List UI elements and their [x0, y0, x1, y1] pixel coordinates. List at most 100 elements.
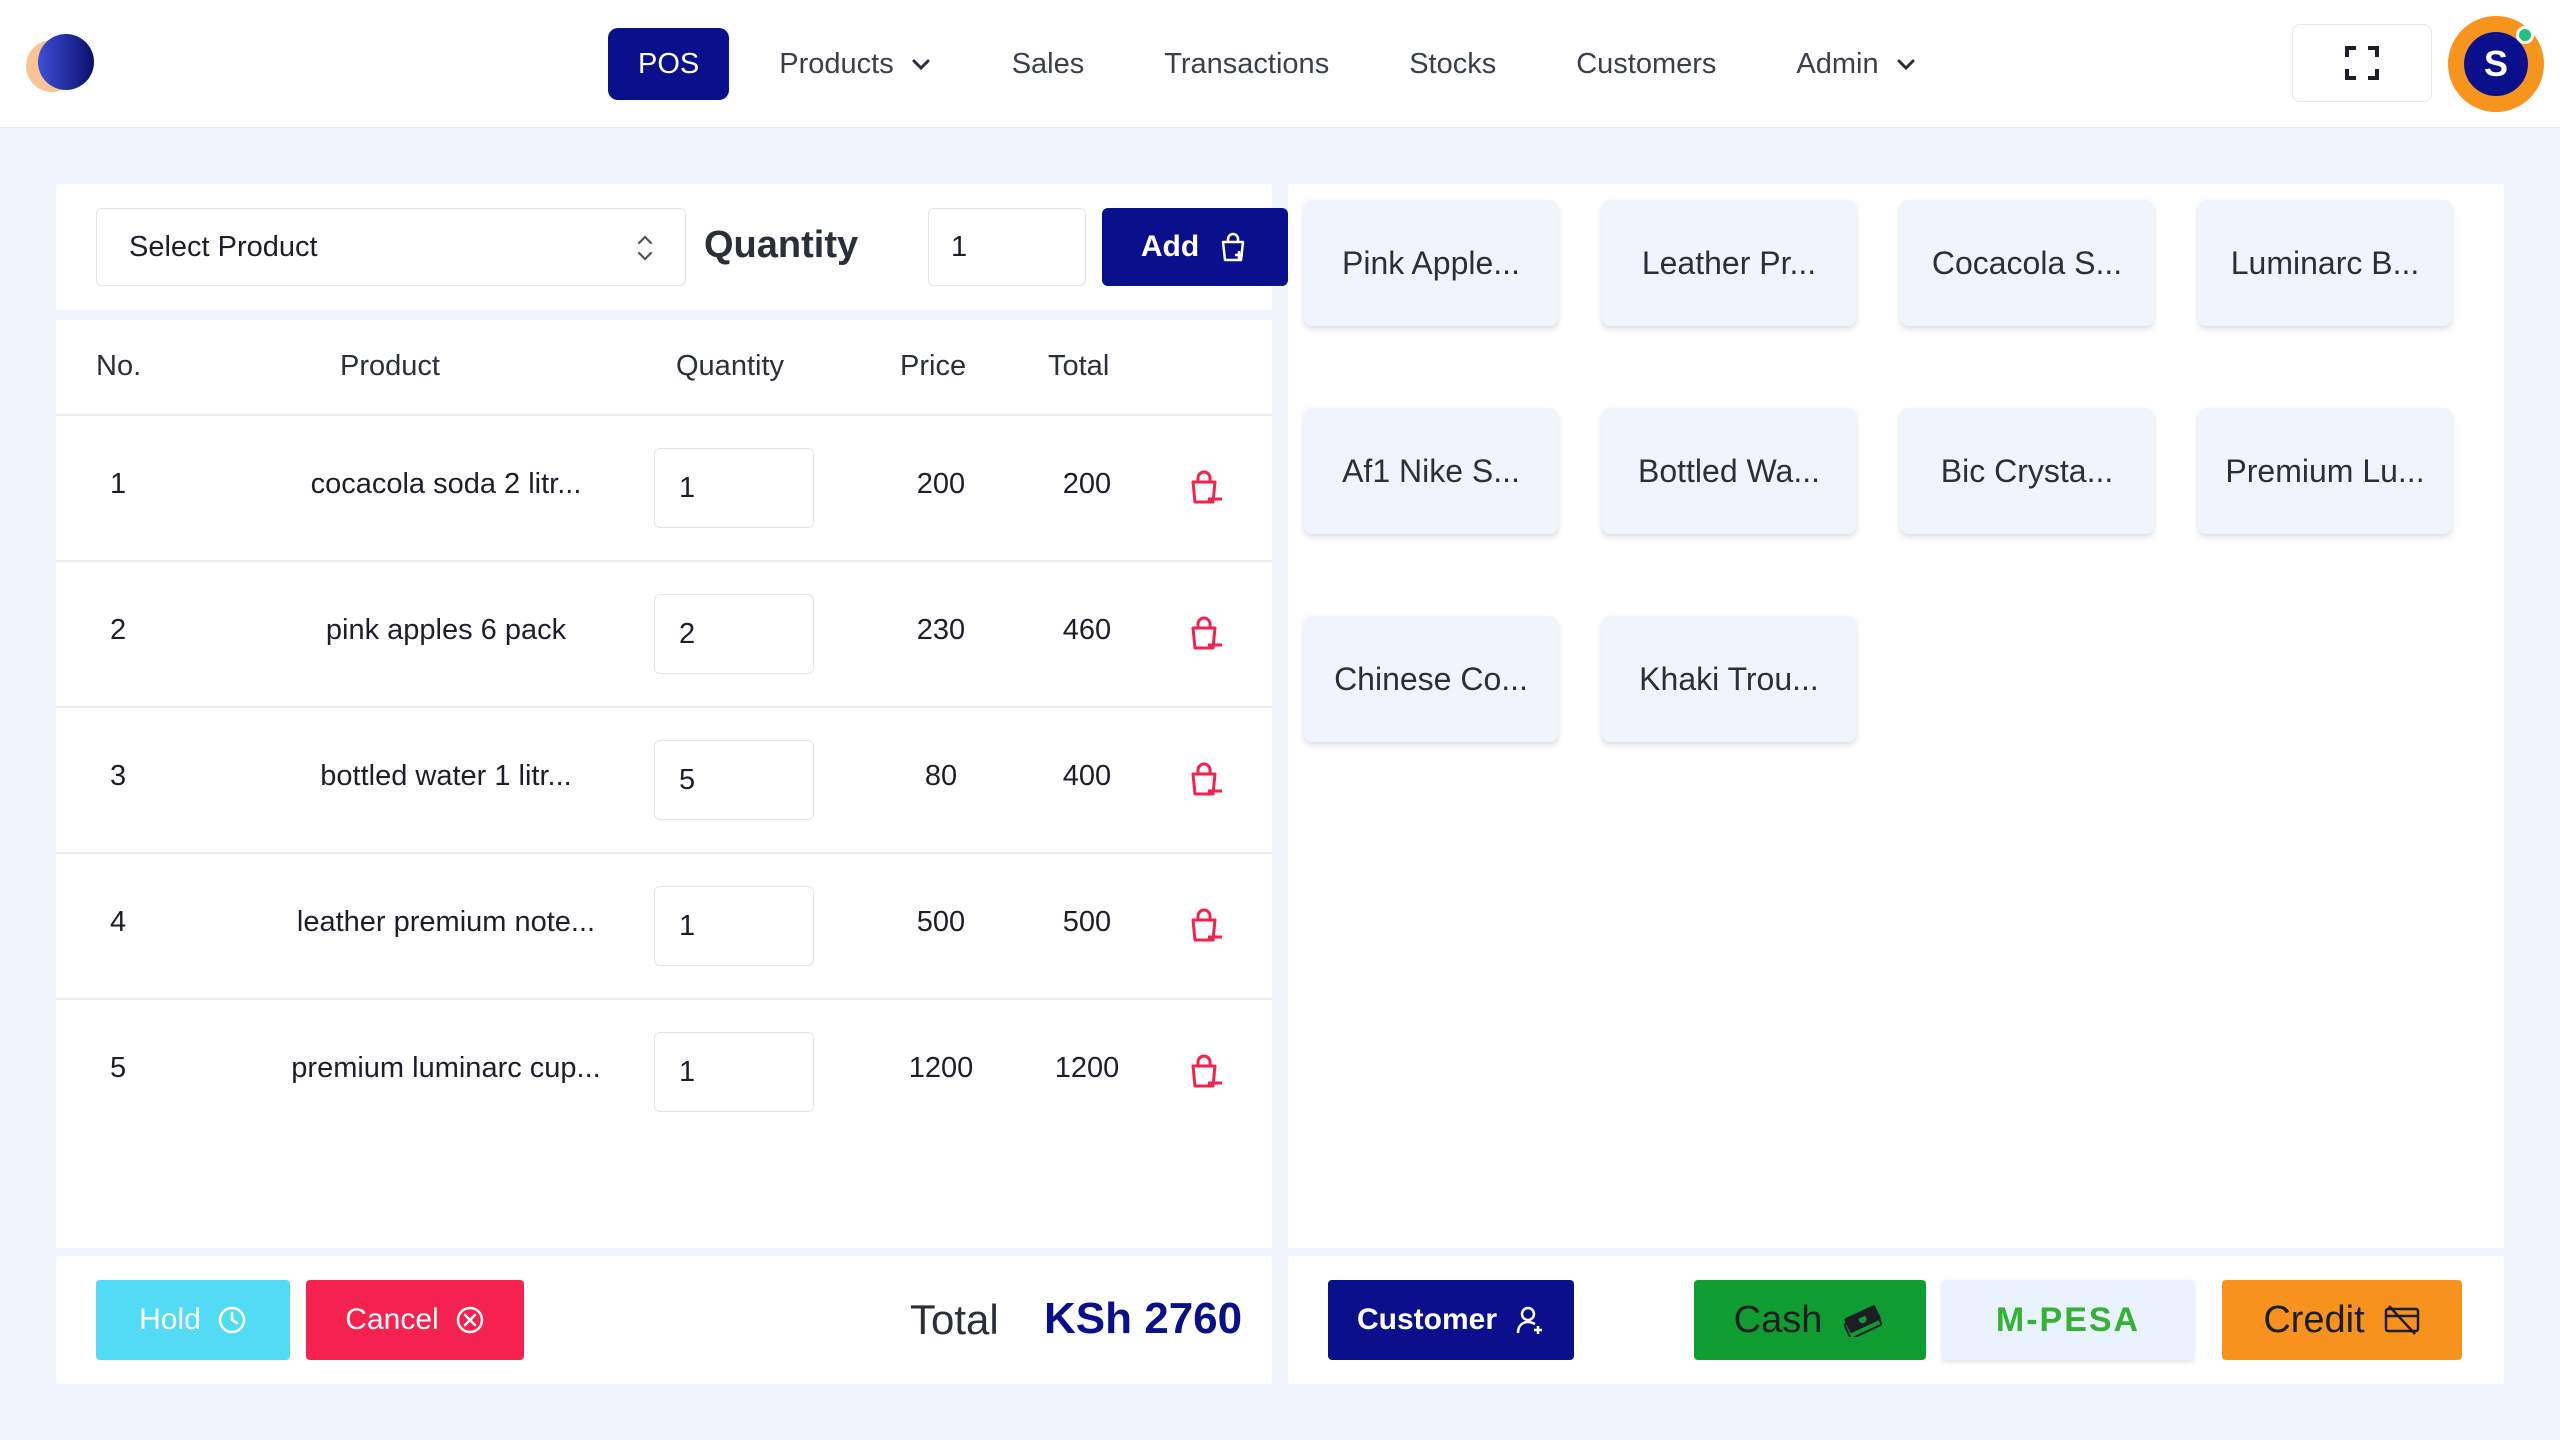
- product-tile-label: Af1 Nike S...: [1342, 452, 1520, 489]
- product-select-placeholder: Select Product: [129, 230, 318, 263]
- product-tile[interactable]: Leather Pr...: [1602, 200, 1856, 326]
- table-row: 1 cocacola soda 2 litr... 1 200 200: [56, 416, 1272, 562]
- product-tile[interactable]: Pink Apple...: [1304, 200, 1558, 326]
- nav-admin[interactable]: Admin: [1796, 28, 1916, 100]
- clock-icon: [218, 1306, 246, 1334]
- product-tile[interactable]: Bic Crysta...: [1900, 408, 2154, 534]
- product-tile[interactable]: Luminarc B...: [2198, 200, 2452, 326]
- product-tile[interactable]: Khaki Trou...: [1602, 616, 1856, 742]
- row-quantity-input[interactable]: 1: [654, 886, 814, 966]
- product-tile[interactable]: Premium Lu...: [2198, 408, 2452, 534]
- payment-footer: Customer Cash M-PESA Credit: [1288, 1256, 2504, 1384]
- nav-admin-label: Admin: [1796, 47, 1879, 80]
- product-tile-label: Leather Pr...: [1641, 244, 1817, 281]
- row-price: 1200: [908, 1052, 974, 1084]
- table-header: No. Product Quantity Price Total: [56, 320, 1272, 416]
- total-amount: KSh 2760: [1044, 1294, 1243, 1343]
- header-total: Total: [1048, 350, 1110, 382]
- cancel-button[interactable]: Cancel: [306, 1280, 524, 1360]
- row-total: 400: [1062, 760, 1112, 792]
- cash-payment-button[interactable]: Cash: [1694, 1280, 1926, 1360]
- close-circle-icon: [456, 1306, 483, 1334]
- cash-stack-icon: [1844, 1305, 1883, 1337]
- row-price: 230: [916, 614, 966, 646]
- quantity-input[interactable]: 1: [928, 208, 1086, 286]
- bag-plus-icon: [1221, 232, 1245, 262]
- expand-icon: [2345, 46, 2379, 80]
- nav-products-label: Products: [779, 47, 894, 80]
- row-quantity-input[interactable]: 2: [654, 594, 814, 674]
- mpesa-logo-text: M-PESA: [1995, 1300, 2141, 1339]
- row-no: 5: [110, 1052, 127, 1084]
- nav-customers[interactable]: Customers: [1576, 28, 1716, 100]
- product-tile[interactable]: Af1 Nike S...: [1304, 408, 1558, 534]
- cart-footer: Hold Cancel Total KSh 2760: [56, 1256, 1272, 1384]
- chevron-down-icon: [1897, 59, 1915, 71]
- row-total: 1200: [1054, 1052, 1120, 1084]
- row-no: 4: [110, 906, 127, 938]
- row-quantity-value: 1: [679, 1055, 696, 1088]
- product-tile-label: Pink Apple...: [1342, 244, 1520, 281]
- quantity-label: Quantity: [704, 224, 859, 266]
- fullscreen-button[interactable]: [2292, 24, 2432, 102]
- row-product: cocacola soda 2 litr...: [310, 468, 582, 500]
- credit-payment-button[interactable]: Credit: [2222, 1280, 2462, 1360]
- user-add-icon: [1516, 1306, 1543, 1334]
- nav-products[interactable]: Products: [779, 28, 931, 100]
- credit-button-label: Credit: [2263, 1298, 2365, 1341]
- table-row: 2 pink apples 6 pack 2 230 460: [56, 562, 1272, 708]
- remove-item-icon[interactable]: [1186, 614, 1226, 654]
- row-total: 460: [1062, 614, 1112, 646]
- cash-button-label: Cash: [1733, 1298, 1823, 1341]
- remove-item-icon[interactable]: [1186, 468, 1226, 508]
- row-quantity-input[interactable]: 1: [654, 448, 814, 528]
- hold-button[interactable]: Hold: [96, 1280, 290, 1360]
- mpesa-payment-button[interactable]: M-PESA: [1942, 1280, 2194, 1360]
- row-no: 1: [110, 468, 127, 500]
- row-quantity-value: 2: [679, 617, 696, 650]
- product-grid: Pink Apple... Leather Pr... Cocacola S..…: [1288, 184, 2504, 1248]
- product-tile-label: Bottled Wa...: [1638, 452, 1820, 489]
- online-status-indicator: [2516, 26, 2534, 44]
- product-select[interactable]: Select Product: [96, 208, 686, 286]
- customer-button[interactable]: Customer: [1328, 1280, 1574, 1360]
- product-tile[interactable]: Chinese Co...: [1304, 616, 1558, 742]
- cart-table: No. Product Quantity Price Total 1 cocac…: [56, 320, 1272, 1248]
- total-label: Total: [910, 1296, 999, 1343]
- product-tile[interactable]: Cocacola S...: [1900, 200, 2154, 326]
- hold-button-label: Hold: [139, 1303, 201, 1336]
- row-product: pink apples 6 pack: [325, 614, 567, 646]
- nav-customers-label: Customers: [1576, 47, 1717, 80]
- header-no: No.: [96, 350, 142, 382]
- remove-item-icon[interactable]: [1186, 760, 1226, 800]
- nav-sales[interactable]: Sales: [1012, 28, 1085, 100]
- row-total: 500: [1062, 906, 1112, 938]
- add-product-button[interactable]: Add: [1102, 208, 1288, 286]
- row-quantity-value: 5: [679, 763, 696, 796]
- nav-pos-label: POS: [638, 47, 700, 80]
- nav-pos[interactable]: POS: [608, 28, 730, 100]
- credit-card-off-icon: [2384, 1305, 2419, 1335]
- nav-stocks[interactable]: Stocks: [1409, 28, 1496, 100]
- row-price: 200: [916, 468, 966, 500]
- brand-logo-icon[interactable]: [18, 30, 98, 100]
- row-quantity-input[interactable]: 5: [654, 740, 814, 820]
- row-quantity-input[interactable]: 1: [654, 1032, 814, 1112]
- user-avatar-button[interactable]: S: [2448, 16, 2544, 112]
- product-tile-label: Khaki Trou...: [1639, 660, 1819, 697]
- product-tile-label: Bic Crysta...: [1940, 452, 2114, 489]
- nav-transactions[interactable]: Transactions: [1164, 28, 1329, 100]
- row-total: 200: [1062, 468, 1112, 500]
- add-button-label: Add: [1140, 230, 1200, 263]
- remove-item-icon[interactable]: [1186, 1052, 1226, 1092]
- table-row: 4 leather premium note... 1 500 500: [56, 854, 1272, 1000]
- avatar-initial: S: [2483, 43, 2508, 84]
- row-product: bottled water 1 litr...: [320, 760, 572, 792]
- row-no: 2: [110, 614, 127, 646]
- cancel-button-label: Cancel: [345, 1303, 439, 1336]
- customer-button-label: Customer: [1356, 1303, 1498, 1336]
- product-tile[interactable]: Bottled Wa...: [1602, 408, 1856, 534]
- remove-item-icon[interactable]: [1186, 906, 1226, 946]
- nav-transactions-label: Transactions: [1164, 47, 1330, 80]
- product-tile-label: Premium Lu...: [2225, 452, 2425, 489]
